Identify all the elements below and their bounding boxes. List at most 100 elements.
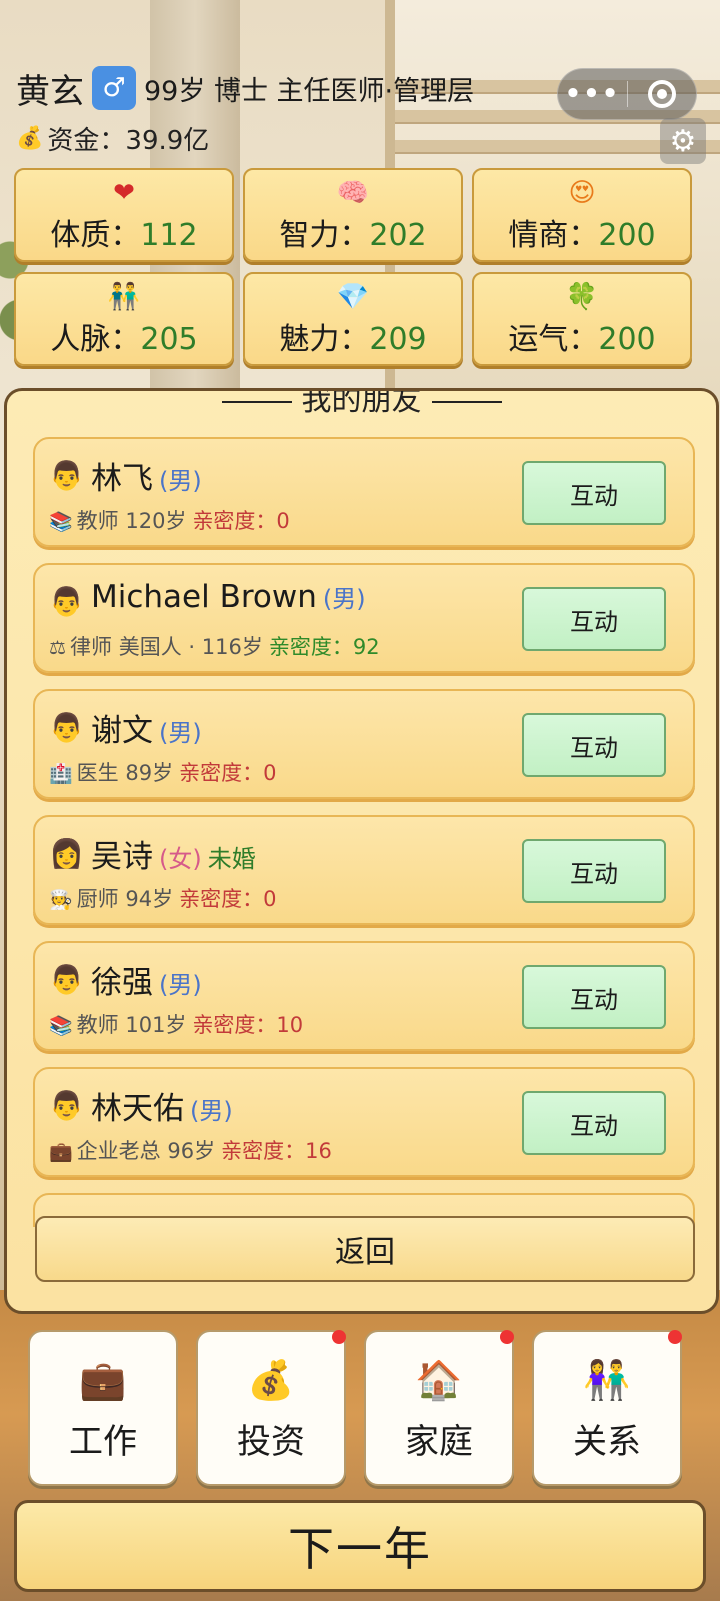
money-bag-icon: 💰 bbox=[247, 1358, 295, 1402]
stat-card: ❤ 体质：112 bbox=[14, 168, 234, 262]
male-icon: ♂ bbox=[92, 66, 136, 110]
interact-button[interactable]: 互动 bbox=[522, 461, 666, 525]
nav-family[interactable]: 🏠 家庭 bbox=[364, 1330, 514, 1486]
friend-job-age: 企业老总 96岁 bbox=[76, 1139, 216, 1163]
friend-gender: (男) bbox=[159, 719, 202, 747]
couple-icon: 👫 bbox=[583, 1358, 631, 1402]
stat-row: 人脉：205 bbox=[50, 322, 197, 357]
job-icon: 📚 bbox=[49, 511, 73, 533]
brain-icon: 🧠 bbox=[336, 178, 370, 208]
friend-info: 🧑‍🍳 厨师 94岁 亲密度：0 bbox=[49, 883, 276, 913]
nav-invest[interactable]: 💰 投资 bbox=[196, 1330, 346, 1486]
smile-heart-icon: 😍 bbox=[568, 178, 596, 208]
closeness-value: 亲密度：0 bbox=[179, 887, 277, 911]
stat-label: 运气： bbox=[508, 322, 599, 357]
closeness-value: 亲密度：10 bbox=[192, 1013, 304, 1037]
friend-info: 📚 教师 101岁 亲密度：10 bbox=[49, 1009, 303, 1039]
briefcase-icon: 💼 bbox=[79, 1358, 127, 1402]
back-button[interactable]: 返回 bbox=[35, 1216, 695, 1282]
clover-icon: 🍀 bbox=[565, 282, 599, 312]
job-icon: 🧑‍🍳 bbox=[49, 889, 73, 911]
stat-value: 200 bbox=[598, 322, 656, 357]
avatar-icon: 👨 bbox=[49, 459, 84, 492]
friend-card: 👨 Michael Brown (男) ⚖ 律师 美国人 · 116岁 亲密度：92 互动 bbox=[33, 563, 695, 673]
stat-label: 人脉： bbox=[50, 322, 141, 357]
friend-name-row: 林天佑 (男) bbox=[91, 1083, 233, 1128]
stat-value: 202 bbox=[369, 218, 427, 253]
close-miniprogram-button[interactable] bbox=[628, 80, 696, 108]
notification-dot bbox=[500, 1330, 514, 1344]
money-amount: 资金：39.9亿 bbox=[47, 126, 210, 156]
interact-button[interactable]: 互动 bbox=[522, 713, 666, 777]
friend-name: 吴诗 bbox=[91, 839, 153, 875]
friend-gender: (男) bbox=[322, 585, 366, 613]
avatar-icon: 👩 bbox=[49, 837, 84, 870]
title-divider bbox=[431, 400, 502, 403]
stat-value: 205 bbox=[140, 322, 198, 357]
stat-label: 魅力： bbox=[279, 322, 370, 357]
target-icon bbox=[647, 80, 676, 108]
stat-label: 情商： bbox=[508, 218, 599, 253]
stat-label: 智力： bbox=[279, 218, 370, 253]
job-icon: 🏥 bbox=[49, 763, 73, 785]
friend-list[interactable]: 👨 林飞 (男) 📚 教师 120岁 亲密度：0 互动 👨 Michael Brown (男) ⚖ 律… bbox=[33, 437, 695, 1227]
closeness-value: 亲密度：92 bbox=[268, 635, 380, 659]
closeness-value: 亲密度：16 bbox=[221, 1139, 332, 1163]
more-menu-button[interactable]: ••• bbox=[558, 79, 627, 109]
friend-card: 👨 林天佑 (男) 💼 企业老总 96岁 亲密度：16 互动 bbox=[33, 1067, 695, 1177]
friend-info: ⚖ 律师 美国人 · 116岁 亲密度：92 bbox=[49, 631, 380, 661]
house-icon: 🏠 bbox=[415, 1358, 463, 1402]
stat-row: 体质：112 bbox=[50, 218, 197, 253]
stat-value: 209 bbox=[369, 322, 427, 357]
marital-status: 未婚 bbox=[207, 845, 256, 873]
avatar-icon: 👨 bbox=[49, 711, 84, 744]
panel-title-text: 我的朋友 bbox=[301, 388, 422, 418]
stat-card: 👬 人脉：205 bbox=[14, 272, 234, 366]
friend-name: Michael Brown bbox=[91, 579, 317, 615]
friend-job-age: 教师 120岁 bbox=[76, 509, 187, 533]
settings-gear-icon[interactable]: ⚙ bbox=[660, 118, 706, 164]
interact-button[interactable]: 互动 bbox=[522, 1091, 666, 1155]
job-icon: ⚖ bbox=[49, 637, 67, 659]
stat-value: 200 bbox=[598, 218, 656, 253]
friend-name: 林天佑 bbox=[91, 1091, 184, 1127]
player-name: 黄玄 bbox=[16, 71, 84, 112]
nav-label: 家庭 bbox=[405, 1422, 473, 1462]
money-bag-icon: 💰 bbox=[16, 126, 44, 151]
nav-relations[interactable]: 👫 关系 bbox=[532, 1330, 682, 1486]
next-year-button[interactable]: 下一年 bbox=[14, 1500, 706, 1592]
friend-card: 👨 徐强 (男) 📚 教师 101岁 亲密度：10 互动 bbox=[33, 941, 695, 1051]
friend-card: 👨 林飞 (男) 📚 教师 120岁 亲密度：0 互动 bbox=[33, 437, 695, 547]
interact-button[interactable]: 互动 bbox=[522, 839, 666, 903]
friend-name: 徐强 bbox=[91, 965, 153, 1001]
nav-work[interactable]: 💼 工作 bbox=[28, 1330, 178, 1486]
friend-name-row: 林飞 (男) bbox=[91, 453, 202, 498]
stat-row: 智力：202 bbox=[279, 218, 426, 253]
nav-label: 投资 bbox=[237, 1422, 305, 1462]
friend-gender: (女) bbox=[159, 845, 202, 873]
friend-info: 💼 企业老总 96岁 亲密度：16 bbox=[49, 1135, 332, 1165]
stat-card: 🧠 智力：202 bbox=[243, 168, 463, 262]
friend-gender: (男) bbox=[159, 971, 202, 999]
stat-card: 💎 魅力：209 bbox=[243, 272, 463, 366]
interact-button[interactable]: 互动 bbox=[522, 965, 666, 1029]
avatar-icon: 👨 bbox=[49, 585, 84, 618]
stat-row: 魅力：209 bbox=[279, 322, 426, 357]
friend-job-age: 教师 101岁 bbox=[76, 1013, 187, 1037]
friend-gender: (男) bbox=[159, 467, 202, 495]
heart-icon: ❤ bbox=[113, 178, 135, 208]
stat-value: 112 bbox=[140, 218, 198, 253]
nav-label: 工作 bbox=[69, 1422, 137, 1462]
friend-name-row: 徐强 (男) bbox=[91, 957, 202, 1002]
friend-name-row: Michael Brown (男) bbox=[91, 579, 366, 615]
job-icon: 💼 bbox=[49, 1141, 73, 1163]
friend-name-row: 谢文 (男) bbox=[91, 705, 202, 750]
miniprogram-capsule: ••• bbox=[557, 68, 697, 120]
friend-job-age: 律师 美国人 · 116岁 bbox=[70, 635, 263, 659]
nav-label: 关系 bbox=[573, 1422, 641, 1462]
people-icon: 👬 bbox=[107, 282, 141, 312]
player-profile: 99岁 博士 主任医师·管理层 bbox=[144, 75, 475, 107]
interact-button[interactable]: 互动 bbox=[522, 587, 666, 651]
avatar-icon: 👨 bbox=[49, 1089, 84, 1122]
player-header: 黄玄 ♂ 99岁 博士 主任医师·管理层 bbox=[16, 64, 474, 112]
